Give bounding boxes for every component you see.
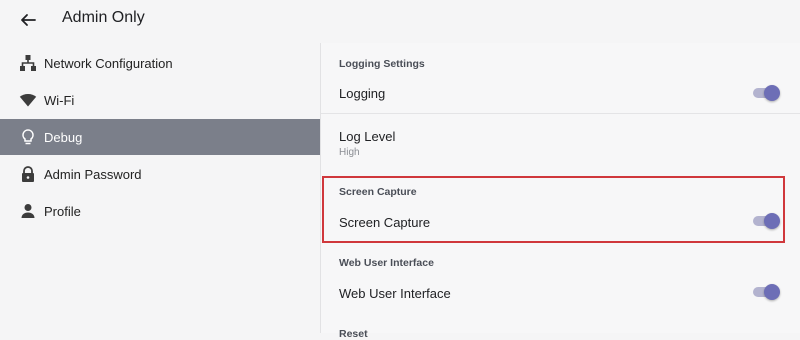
- sidebar-item-label: Debug: [44, 129, 83, 145]
- web-ui-label: Web User Interface: [339, 286, 451, 301]
- back-button[interactable]: [14, 6, 42, 34]
- network-icon: [19, 54, 37, 72]
- screen-capture-label: Screen Capture: [339, 215, 431, 230]
- toggle-thumb: [764, 213, 780, 229]
- wifi-icon: [19, 91, 37, 109]
- toggle-thumb: [764, 284, 780, 300]
- log-level-value: High: [339, 147, 360, 158]
- sidebar-item-label: Profile: [44, 203, 81, 219]
- sidebar-item-wifi[interactable]: Wi-Fi: [0, 82, 320, 118]
- person-icon: [19, 202, 37, 220]
- sidebar-item-debug[interactable]: Debug: [0, 119, 320, 155]
- web-ui-toggle[interactable]: [753, 284, 780, 300]
- log-level-label[interactable]: Log Level: [339, 129, 395, 144]
- sidebar-item-label: Wi-Fi: [44, 92, 75, 108]
- page-title: Admin Only: [62, 9, 145, 26]
- lightbulb-icon: [19, 128, 37, 146]
- app-bar: Admin Only: [0, 0, 800, 40]
- row-divider: [321, 113, 800, 114]
- settings-panel: Logging Settings Logging Log Level High …: [321, 43, 800, 340]
- section-header-logging: Logging Settings: [339, 58, 425, 70]
- logging-label: Logging: [339, 86, 386, 101]
- section-header-screen-capture: Screen Capture: [339, 186, 417, 198]
- toggle-thumb: [764, 85, 780, 101]
- lock-icon: [19, 165, 37, 183]
- sidebar-item-admin-password[interactable]: Admin Password: [0, 156, 320, 192]
- sidebar-item-label: Network Configuration: [44, 55, 173, 71]
- sidebar-item-profile[interactable]: Profile: [0, 193, 320, 229]
- logging-toggle[interactable]: [753, 85, 780, 101]
- screen-capture-toggle[interactable]: [753, 213, 780, 229]
- sidebar: Network Configuration Wi-Fi Debug Admin …: [0, 43, 320, 333]
- section-header-web-ui: Web User Interface: [339, 257, 434, 269]
- section-header-reset: Reset: [339, 328, 368, 340]
- sidebar-item-label: Admin Password: [44, 166, 142, 182]
- sidebar-item-network-configuration[interactable]: Network Configuration: [0, 45, 320, 81]
- arrow-left-icon: [21, 14, 36, 26]
